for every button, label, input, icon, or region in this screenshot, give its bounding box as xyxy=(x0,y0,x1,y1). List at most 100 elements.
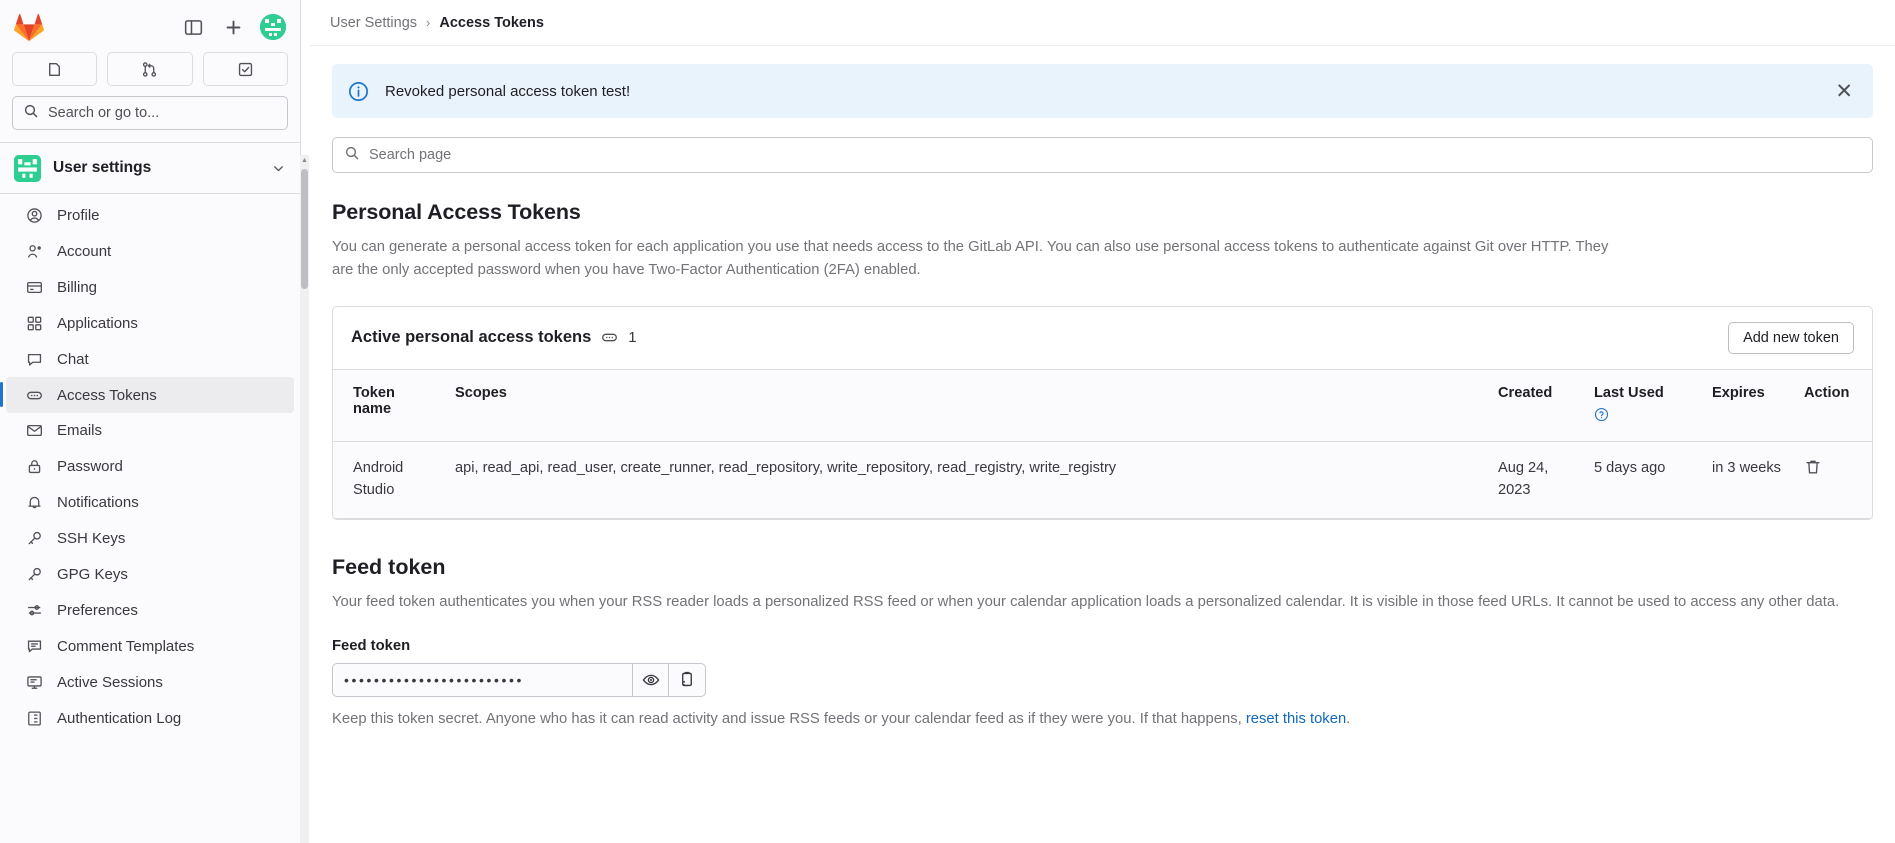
avatar[interactable] xyxy=(260,14,286,40)
sidebar-context-switcher[interactable]: User settings xyxy=(0,143,300,193)
feed-token-label: Feed token xyxy=(332,637,411,654)
sliders-icon xyxy=(26,602,43,619)
sidebar-item-chat[interactable]: Chat xyxy=(6,342,294,377)
chevron-down-icon[interactable] xyxy=(271,161,286,176)
sidebar-item-profile[interactable]: Profile xyxy=(6,198,294,233)
sidebar-item-label: Notifications xyxy=(57,494,139,512)
page-search-input[interactable]: Search page xyxy=(332,137,1873,173)
search-input[interactable]: Search or go to... xyxy=(12,96,288,130)
search-placeholder: Search or go to... xyxy=(48,105,160,121)
page-description: You can generate a personal access token… xyxy=(332,239,1609,279)
applications-grid-icon xyxy=(26,315,43,332)
add-new-token-button[interactable]: Add new token xyxy=(1728,321,1854,354)
sidebar-search-wrapper: Search or go to... xyxy=(0,96,300,142)
active-tokens-card: Active personal access tokens 1 Add new … xyxy=(332,305,1873,520)
lock-icon xyxy=(26,458,43,475)
search-icon xyxy=(344,145,360,166)
info-circle-icon xyxy=(348,81,369,102)
clipboard-copy-icon[interactable] xyxy=(669,662,706,697)
sidebar-item-access-tokens[interactable]: Access Tokens xyxy=(0,377,294,413)
sidebar-toggle-icon[interactable] xyxy=(180,14,206,40)
sidebar-item-billing[interactable]: Billing xyxy=(6,270,294,305)
card-title-wrapper: Active personal access tokens 1 xyxy=(351,328,637,347)
feed-token-note: Keep this token secret. Anyone who has i… xyxy=(332,708,1873,730)
sidebar-quick-links xyxy=(0,52,300,96)
tokens-table-body: Android Studio api, read_api, read_user,… xyxy=(333,441,1872,519)
bell-icon xyxy=(26,494,43,511)
sidebar-item-active-sessions[interactable]: Active Sessions xyxy=(6,665,294,700)
feed-token-title: Feed token xyxy=(332,554,446,579)
envelope-icon xyxy=(26,422,43,439)
table-header-row: Token name Scopes Created Last Used Expi… xyxy=(333,368,1872,442)
sidebar-item-emails[interactable]: Emails xyxy=(6,413,294,448)
account-icon xyxy=(26,243,43,260)
context-avatar xyxy=(14,154,41,182)
table-row: Android Studio api, read_api, read_user,… xyxy=(333,441,1872,519)
scroll-up-arrow-icon[interactable]: ▲ xyxy=(301,157,308,164)
monitor-icon xyxy=(26,674,43,691)
cell-action xyxy=(1794,441,1872,519)
sidebar-item-label: Profile xyxy=(57,207,100,225)
eye-icon[interactable] xyxy=(632,662,669,697)
token-icon xyxy=(26,387,43,404)
log-list-icon xyxy=(26,710,43,727)
cell-token-name: Android Studio xyxy=(333,441,445,519)
feed-token-description: Your feed token authenticates you when y… xyxy=(332,593,1840,610)
sidebar-item-account[interactable]: Account xyxy=(6,234,294,269)
sidebar-top-bar xyxy=(0,0,300,52)
sidebar-item-comment-templates[interactable]: Comment Templates xyxy=(6,629,294,664)
sidebar-item-label: Account xyxy=(57,243,112,261)
key-icon xyxy=(26,566,43,583)
question-circle-icon[interactable] xyxy=(1594,407,1692,426)
sidebar-item-label: Billing xyxy=(57,278,98,296)
feed-token-input[interactable]: •••••••••••••••••••••••• xyxy=(332,662,632,697)
sidebar-item-label: Applications xyxy=(57,314,138,332)
column-header-created: Created xyxy=(1488,368,1584,442)
sidebar-item-ssh-keys[interactable]: SSH Keys xyxy=(6,521,294,556)
merge-request-icon[interactable] xyxy=(107,52,193,86)
trash-icon[interactable] xyxy=(1804,458,1822,476)
sidebar-item-label: Preferences xyxy=(57,601,138,619)
cell-created: Aug 24, 2023 xyxy=(1488,441,1584,519)
alert-banner: Revoked personal access token test! ✕ xyxy=(332,64,1873,118)
gitlab-logo-icon[interactable] xyxy=(14,13,44,42)
plus-icon[interactable] xyxy=(220,14,246,40)
page-search-placeholder: Search page xyxy=(369,147,452,163)
issues-icon[interactable] xyxy=(12,52,98,86)
sidebar-item-label: Comment Templates xyxy=(57,637,195,655)
sidebar-nav: Profile Account Billing Applications Cha… xyxy=(0,194,300,843)
sidebar-item-authentication-log[interactable]: Authentication Log xyxy=(6,700,294,735)
chat-bubble-icon xyxy=(26,351,43,368)
sidebar-item-label: Emails xyxy=(57,422,103,440)
breadcrumb-current[interactable]: Access Tokens xyxy=(439,15,544,31)
sidebar-item-password[interactable]: Password xyxy=(6,449,294,484)
sidebar-item-applications[interactable]: Applications xyxy=(6,306,294,341)
cell-last-used: 5 days ago xyxy=(1584,441,1702,519)
sidebar-item-label: Access Tokens xyxy=(57,386,157,404)
scrollbar-thumb[interactable] xyxy=(301,169,308,289)
sidebar-scrollbar[interactable]: ▲ xyxy=(300,155,309,843)
column-header-expires: Expires xyxy=(1702,368,1794,442)
reset-token-link[interactable]: reset this token xyxy=(1246,711,1346,727)
column-header-action: Action xyxy=(1794,368,1872,442)
feed-token-input-group: •••••••••••••••••••••••• xyxy=(332,662,1873,697)
token-count: 1 xyxy=(628,329,637,347)
app-root: Search or go to... User settings Profile… xyxy=(0,0,1895,843)
sidebar-item-notifications[interactable]: Notifications xyxy=(6,485,294,520)
page-title: Personal Access Tokens xyxy=(332,200,581,224)
token-icon xyxy=(601,329,618,346)
card-title: Active personal access tokens xyxy=(351,328,592,347)
key-icon xyxy=(26,530,43,547)
comment-lines-icon xyxy=(26,638,43,655)
todo-check-icon[interactable] xyxy=(202,52,288,86)
sidebar-item-label: Authentication Log xyxy=(57,709,182,727)
close-icon[interactable]: ✕ xyxy=(1831,81,1857,102)
sidebar-item-label: Active Sessions xyxy=(57,673,163,691)
sidebar: Search or go to... User settings Profile… xyxy=(0,0,309,843)
sidebar-item-gpg-keys[interactable]: GPG Keys xyxy=(6,557,294,592)
sidebar-item-preferences[interactable]: Preferences xyxy=(6,593,294,628)
sidebar-item-label: GPG Keys xyxy=(57,566,128,584)
sidebar-item-label: SSH Keys xyxy=(57,530,126,548)
column-header-scopes: Scopes xyxy=(445,368,1488,442)
breadcrumb-parent[interactable]: User Settings xyxy=(330,15,417,31)
